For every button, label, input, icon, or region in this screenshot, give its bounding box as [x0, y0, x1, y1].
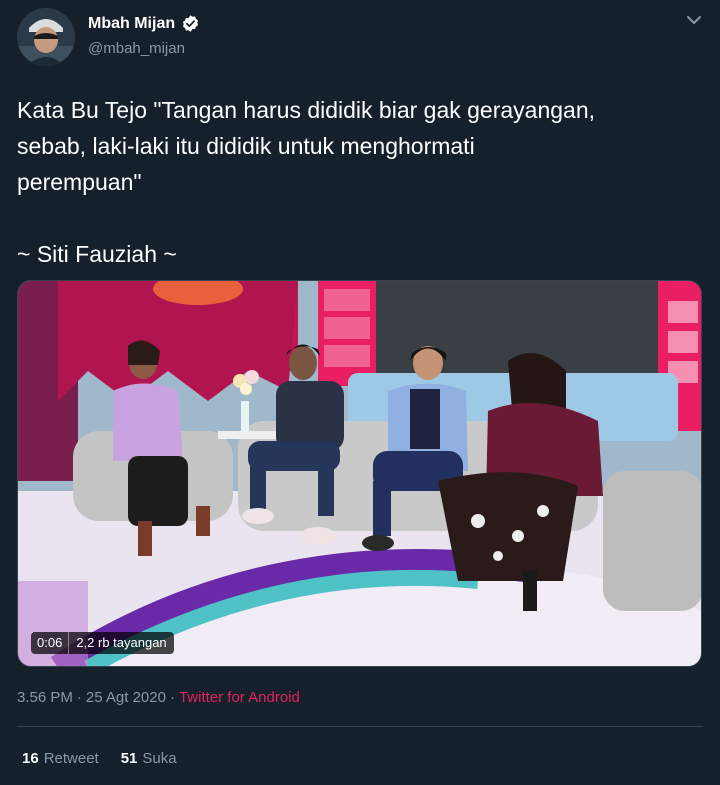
author-handle[interactable]: @mbah_mijan: [88, 40, 185, 57]
tweet-date[interactable]: 25 Agt 2020: [86, 689, 166, 706]
meta-separator: ·: [76, 689, 82, 706]
verified-badge-icon: [183, 15, 199, 32]
likes-stat[interactable]: 51 Suka: [121, 750, 177, 767]
display-name[interactable]: Mbah Mijan: [88, 15, 175, 33]
meta-separator: ·: [169, 689, 175, 706]
video-thumbnail: [18, 281, 701, 666]
video-info-badge: 0:06 2,2 rb tayangan: [31, 632, 174, 654]
author-name-row[interactable]: Mbah Mijan: [88, 14, 200, 33]
likes-count: 51: [120, 750, 138, 767]
video-duration: 0:06: [31, 632, 70, 654]
tweet-card: Mbah Mijan @mbah_mijan Kata Bu Tejo "Tan…: [0, 0, 720, 785]
retweets-count: 16: [22, 750, 39, 767]
video-view-count: 2,2 rb tayangan: [76, 635, 167, 650]
chevron-down-icon[interactable]: [686, 14, 702, 26]
retweets-stat[interactable]: 16 Retweet: [22, 750, 99, 767]
video-player[interactable]: 0:06 2,2 rb tayangan: [17, 280, 702, 667]
profile-avatar-icon: [17, 8, 75, 66]
tweet-text: Kata Bu Tejo "Tangan harus dididik biar …: [17, 97, 596, 267]
tweet-meta: 3.56 PM · 25 Agt 2020 · Twitter for Andr…: [17, 689, 300, 706]
tweet-stats: 16 Retweet 51 Suka: [22, 750, 177, 767]
divider: [17, 726, 703, 727]
tweet-source[interactable]: Twitter for Android: [179, 689, 300, 706]
retweets-label: Retweet: [43, 750, 99, 767]
avatar[interactable]: [17, 8, 75, 66]
likes-label: Suka: [142, 750, 177, 767]
tweet-time[interactable]: 3.56 PM: [17, 689, 73, 706]
